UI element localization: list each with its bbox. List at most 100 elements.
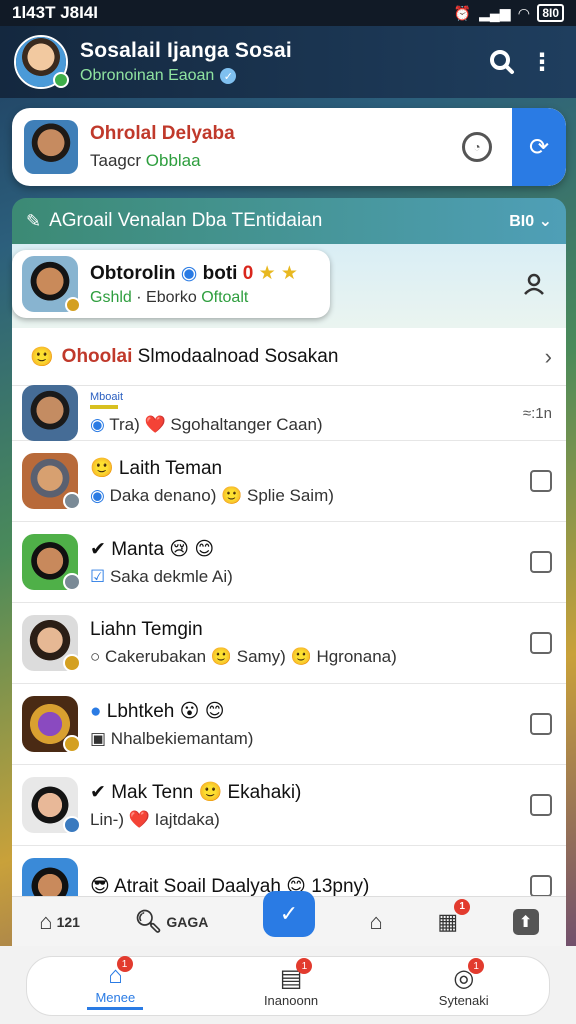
select-checkbox[interactable]: [530, 713, 552, 735]
featured-contact-card[interactable]: Obtorolin ◉ boti 0 ★ ★ Gshld · Eborko Of…: [12, 250, 330, 318]
featured-avatar[interactable]: [22, 256, 81, 313]
search-tool-text: GAGA: [166, 913, 209, 930]
chat-message-text: Daka denano) 🙂 Splie Saim): [109, 486, 334, 505]
app-subtitle: Obronoinan Eaoan ✓: [80, 67, 482, 85]
timer-icon[interactable]: ◔: [462, 132, 492, 162]
chat-row[interactable]: ✔ Mak Tenn 🙂 Ekahaki) Lin-) ❤️ Iajtdaka): [12, 765, 566, 846]
nav-home-badge: 1: [116, 956, 133, 972]
chat-avatar[interactable]: [22, 858, 81, 900]
verified-icon: ✓: [220, 68, 237, 84]
signal-icon: ▂▄▆: [479, 4, 511, 21]
chat-message: ☑ Saka dekmle Ai): [90, 567, 530, 587]
check-icon: ◉: [90, 415, 110, 434]
chat-name-text: Lbhtkeh 😮 😊: [106, 700, 225, 722]
section-title: AGroail Venalan Dba TEntidaian: [49, 210, 323, 231]
header-avatar[interactable]: [14, 35, 69, 89]
online-status-dot: [53, 72, 69, 88]
more-menu-icon[interactable]: ⋮: [522, 42, 562, 82]
profile-subtitle: Taagcr Obblaa: [90, 151, 462, 171]
search-tool[interactable]: 🔍︎ GAGA: [134, 909, 208, 935]
app-title: Sosalail Ijanga Sosai: [80, 39, 292, 62]
counter-tool[interactable]: ⌂ 121: [39, 909, 80, 935]
house-icon: ⌂: [369, 908, 383, 934]
tag-3: Oftoalt: [201, 288, 249, 306]
chat-avatar[interactable]: [22, 453, 81, 510]
chat-message: Lin-) ❤️ Iajtdaka): [90, 810, 220, 829]
nav-profile-label: Sytenaki: [438, 993, 489, 1008]
nav-store[interactable]: ▤ 1 Inanoonn: [264, 958, 318, 1008]
active-indicator: [87, 1007, 144, 1010]
chat-list: 🙂 Ohoolai Slmodaalnoad Sosakan › Mboait …: [12, 328, 566, 900]
chat-avatar[interactable]: [22, 777, 81, 834]
nav-home[interactable]: ⌂ 1 Menee: [87, 956, 144, 1010]
chat-message: ◉ Tra) ❤️ Sgohaltanger Caan): [90, 415, 523, 435]
nav-home-label: Menee: [95, 990, 136, 1005]
chat-action-button[interactable]: ⟳: [512, 108, 566, 186]
chat-text: ✔ Manta 😢 😊 ☑ Saka dekmle Ai): [90, 538, 530, 587]
edit-icon: ✎: [26, 210, 42, 231]
chat-avatar[interactable]: [22, 385, 78, 441]
profile-avatar[interactable]: [24, 120, 78, 174]
tag-2: Eborko: [146, 288, 197, 306]
profile-icon: ◎ 1: [453, 958, 485, 993]
search-icon[interactable]: [482, 42, 522, 82]
select-checkbox[interactable]: [530, 551, 552, 573]
group-header[interactable]: 🙂 Ohoolai Slmodaalnoad Sosakan ›: [12, 328, 566, 386]
alarm-icon: ⏰: [453, 4, 472, 21]
counter-text: 121: [56, 913, 80, 930]
chat-row[interactable]: 🙂 Laith Teman ◉ Daka denano) 🙂 Splie Sai…: [12, 441, 566, 522]
badge-icon: ●: [90, 700, 107, 722]
upload-icon: ⬆: [512, 908, 539, 935]
chat-name: 🙂 Laith Teman: [90, 458, 223, 479]
chat-text: ● Lbhtkeh 😮 😊 ▣ Nhalbekiemantam): [90, 700, 530, 749]
select-checkbox[interactable]: [530, 794, 552, 816]
nav-profile[interactable]: ◎ 1 Sytenaki: [438, 958, 489, 1008]
chat-avatar[interactable]: [22, 615, 81, 672]
calendar-tool[interactable]: ▦ 1: [437, 898, 471, 935]
check-icon: ☑: [90, 566, 110, 586]
send-button[interactable]: ✓: [262, 890, 315, 937]
profile-card[interactable]: Ohrolal Delyaba Taagcr Obblaa ◔ ⟳: [12, 108, 566, 186]
group-title-highlight: Ohoolai: [61, 345, 133, 367]
user-icon[interactable]: [522, 272, 546, 302]
status-bar: 1l43T J8I4I ⏰ ▂▄▆ ◠ 8I0: [0, 0, 576, 26]
select-checkbox[interactable]: [530, 470, 552, 492]
chat-avatar[interactable]: [22, 534, 81, 591]
chat-message: ◉ Daka denano) 🙂 Splie Saim): [90, 486, 530, 506]
profile-sub-status: Obblaa: [145, 151, 201, 170]
wifi-icon: ◠: [518, 4, 530, 21]
chat-name: ✔ Mak Tenn 🙂 Ekahaki): [90, 782, 302, 803]
select-checkbox[interactable]: [530, 632, 552, 654]
bottom-toolbar: ⌂ 121 🔍︎ GAGA ✓ ⌂ ▦ 1 ⬆: [12, 890, 566, 946]
battery-indicator: 8I0: [537, 4, 564, 22]
featured-count: 0: [242, 262, 254, 284]
featured-name: Obtorolin ◉ boti 0 ★ ★: [90, 262, 298, 285]
section-dropdown[interactable]: BI0 ⌄: [509, 211, 552, 231]
chevron-right-icon[interactable]: ›: [545, 344, 552, 370]
featured-tags: Gshld · Eborko Oftoalt: [90, 288, 249, 306]
chat-message-text: Saka dekmle Ai): [109, 566, 233, 586]
chat-row[interactable]: ✔ Manta 😢 😊 ☑ Saka dekmle Ai): [12, 522, 566, 603]
chat-row[interactable]: ● Lbhtkeh 😮 😊 ▣ Nhalbekiemantam): [12, 684, 566, 765]
image-icon: ▣: [90, 728, 111, 748]
nav-profile-badge: 1: [468, 958, 485, 974]
chat-text: Mboait ◉ Tra) ❤️ Sgohaltanger Caan): [90, 391, 523, 435]
select-checkbox[interactable]: [530, 875, 552, 897]
tag-1: Gshld: [90, 288, 132, 306]
upload-tool[interactable]: ⬆: [512, 908, 539, 935]
profile-sub-prefix: Taagcr: [90, 151, 142, 170]
chat-message: ○ Cakerubakan 🙂 Samy) 🙂 Hgronana): [90, 647, 397, 666]
chat-time: ≈:1n: [522, 404, 552, 422]
chat-message-text: Tra) ❤️ Sgohaltanger Caan): [109, 415, 323, 434]
section-banner[interactable]: ✎ AGroail Venalan Dba TEntidaian BI0 ⌄: [12, 198, 566, 244]
home-tool[interactable]: ⌂: [370, 909, 383, 935]
chat-avatar[interactable]: [22, 696, 81, 753]
chat-name: ✔ Manta 😢 😊: [90, 538, 215, 560]
chat-row[interactable]: Mboait ◉ Tra) ❤️ Sgohaltanger Caan) ≈:1n: [12, 385, 566, 441]
notification-badge: 1: [454, 898, 471, 915]
chat-row[interactable]: Liahn Temgin ○ Cakerubakan 🙂 Samy) 🙂 Hgr…: [12, 603, 566, 684]
chat-name: Liahn Temgin: [90, 619, 203, 640]
status-icons: ⏰ ▂▄▆ ◠ 8I0: [454, 4, 564, 22]
profile-name: Ohrolal Delyaba: [90, 123, 235, 144]
chat-message: ▣ Nhalbekiemantam): [90, 729, 530, 749]
